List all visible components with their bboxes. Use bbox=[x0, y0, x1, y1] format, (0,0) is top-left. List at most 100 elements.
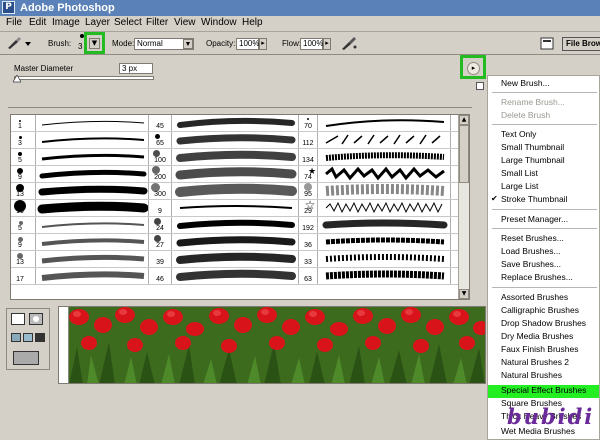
stroke-thumbnail[interactable] bbox=[317, 234, 451, 250]
stroke-thumbnail[interactable] bbox=[35, 132, 149, 148]
stroke-thumbnail[interactable] bbox=[317, 115, 451, 131]
menu-help[interactable]: Help bbox=[240, 17, 265, 28]
menu-item-preset-manager[interactable]: Preset Manager... bbox=[501, 214, 568, 224]
opacity-slider-button[interactable]: ▸ bbox=[259, 38, 267, 50]
menu-item-large-list[interactable]: Large List bbox=[501, 181, 538, 191]
brush-row: 13 300 95 bbox=[11, 183, 459, 200]
menu-item-natural-brushes[interactable]: Natural Brushes bbox=[501, 370, 562, 380]
stroke-thumbnail[interactable] bbox=[317, 132, 451, 148]
full-screen-menu-mode-icon[interactable] bbox=[23, 333, 33, 342]
menu-item-stroke-thumbnail[interactable]: Stroke Thumbnail bbox=[501, 194, 567, 204]
menu-item-save-brushes[interactable]: Save Brushes... bbox=[501, 259, 561, 269]
menu-filter[interactable]: Filter bbox=[144, 17, 170, 28]
mode-select[interactable]: Normal ▼ bbox=[134, 38, 194, 50]
brush-row: 3 65 112 bbox=[11, 132, 459, 149]
menu-item-new-brush[interactable]: New Brush... bbox=[501, 78, 550, 88]
divider bbox=[8, 107, 472, 108]
stroke-thumbnail[interactable] bbox=[317, 217, 451, 233]
menu-item-text-only[interactable]: Text Only bbox=[501, 129, 536, 139]
menu-item-reset-brushes[interactable]: Reset Brushes... bbox=[501, 233, 564, 243]
stroke-thumbnail[interactable] bbox=[171, 251, 299, 267]
menu-select[interactable]: Select bbox=[112, 17, 144, 28]
menu-edit[interactable]: Edit bbox=[27, 17, 48, 28]
brush-picker-dropdown-button[interactable]: ▼ bbox=[89, 38, 100, 49]
stroke-thumbnail[interactable] bbox=[171, 115, 299, 131]
menu-item-dry-media-brushes[interactable]: Dry Media Brushes bbox=[501, 331, 573, 341]
stroke-thumbnail[interactable] bbox=[35, 200, 149, 216]
jump-to-imageready-icon[interactable] bbox=[13, 351, 39, 365]
menu-view[interactable]: View bbox=[172, 17, 198, 28]
stroke-thumbnail[interactable] bbox=[171, 217, 299, 233]
menu-item-natural-brushes-2[interactable]: Natural Brushes 2 bbox=[501, 357, 569, 367]
stroke-thumbnail[interactable] bbox=[317, 251, 451, 267]
master-diameter-input[interactable]: 3 px bbox=[119, 63, 153, 74]
airbrush-icon[interactable] bbox=[340, 35, 358, 51]
standard-screen-mode-icon[interactable] bbox=[11, 333, 21, 342]
document-canvas[interactable] bbox=[58, 306, 486, 384]
stroke-thumbnail[interactable] bbox=[317, 149, 451, 165]
stroke-thumbnail[interactable] bbox=[171, 200, 299, 216]
file-browser-tab[interactable]: File Brow bbox=[562, 37, 600, 51]
stroke-thumbnail[interactable] bbox=[35, 115, 149, 131]
flow-input[interactable]: 100% bbox=[300, 38, 323, 50]
menu-item-assorted-brushes[interactable]: Assorted Brushes bbox=[501, 292, 568, 302]
menu-window[interactable]: Window bbox=[199, 17, 239, 28]
menu-item-small-thumbnail[interactable]: Small Thumbnail bbox=[501, 142, 564, 152]
resize-corner-icon[interactable] bbox=[476, 82, 484, 90]
stroke-thumbnail[interactable] bbox=[171, 132, 299, 148]
menu-item-large-thumbnail[interactable]: Large Thumbnail bbox=[501, 155, 565, 165]
stroke-thumbnail[interactable] bbox=[171, 183, 299, 199]
menu-item-load-brushes[interactable]: Load Brushes... bbox=[501, 246, 561, 256]
stroke-thumbnail[interactable] bbox=[35, 268, 149, 284]
brush-row: 1 45 70 bbox=[11, 115, 459, 132]
full-screen-mode-icon[interactable] bbox=[35, 333, 45, 342]
stroke-thumbnail[interactable] bbox=[35, 217, 149, 233]
stroke-thumbnail[interactable] bbox=[317, 200, 451, 216]
stroke-thumbnail[interactable] bbox=[171, 149, 299, 165]
master-diameter-slider-track[interactable] bbox=[14, 76, 154, 80]
stroke-thumbnail[interactable] bbox=[317, 183, 451, 199]
stroke-thumbnail[interactable] bbox=[171, 268, 299, 284]
stroke-thumbnail[interactable] bbox=[171, 234, 299, 250]
brush-list-scrollbar[interactable]: ▲ ▼ bbox=[458, 115, 469, 299]
menu-item-small-list[interactable]: Small List bbox=[501, 168, 538, 178]
menu-file[interactable]: File bbox=[4, 17, 24, 28]
scroll-up-arrow-icon[interactable]: ▲ bbox=[459, 115, 469, 125]
brush-tip-preview bbox=[154, 235, 161, 242]
menu-item-calligraphic-brushes[interactable]: Calligraphic Brushes bbox=[501, 305, 579, 315]
scroll-down-arrow-icon[interactable]: ▼ bbox=[459, 289, 469, 299]
master-diameter-slider-thumb[interactable] bbox=[13, 75, 21, 83]
opacity-input[interactable]: 100% bbox=[236, 38, 259, 50]
brush-size-label: 33 bbox=[304, 259, 312, 266]
brush-size-label: 9 bbox=[18, 174, 22, 181]
menu-image[interactable]: Image bbox=[50, 17, 82, 28]
stroke-thumbnail[interactable] bbox=[35, 183, 149, 199]
menu-item-drop-shadow-brushes[interactable]: Drop Shadow Brushes bbox=[501, 318, 586, 328]
stroke-thumbnail[interactable] bbox=[35, 234, 149, 250]
stroke-thumbnail[interactable] bbox=[35, 251, 149, 267]
brush-tool-icon[interactable] bbox=[6, 36, 32, 50]
menu-item-special-effect-brushes[interactable]: Special Effect Brushes bbox=[501, 385, 586, 395]
brush-size-label: 70 bbox=[304, 123, 312, 130]
stroke-thumbnail[interactable] bbox=[171, 166, 299, 182]
stroke-thumbnail[interactable] bbox=[35, 149, 149, 165]
mode-label: Mode: bbox=[112, 39, 135, 48]
menu-layer[interactable]: Layer bbox=[83, 17, 112, 28]
menu-item-faux-finish-brushes[interactable]: Faux Finish Brushes bbox=[501, 344, 578, 354]
palette-well-icon[interactable] bbox=[540, 37, 554, 50]
brush-size-label: 13 bbox=[16, 191, 24, 198]
scroll-thumb[interactable] bbox=[459, 125, 469, 183]
toolbox-panel bbox=[6, 308, 50, 370]
brush-preset-list[interactable]: 1 45 70 3 65 112 5 100 134 9 200 ★ 74 13… bbox=[10, 114, 470, 300]
quick-mask-mode-icon[interactable] bbox=[29, 313, 43, 325]
stroke-thumbnail[interactable] bbox=[35, 166, 149, 182]
flow-slider-button[interactable]: ▸ bbox=[323, 38, 331, 50]
tulip-photo bbox=[69, 307, 485, 383]
photoshop-app-icon[interactable]: P bbox=[2, 1, 15, 14]
menu-item-replace-brushes[interactable]: Replace Brushes... bbox=[501, 272, 573, 282]
standard-mode-icon[interactable] bbox=[11, 313, 25, 325]
brush-row: 9 200 ★ 74 bbox=[11, 166, 459, 183]
palette-menu-arrow-icon[interactable]: ▸ bbox=[467, 62, 480, 75]
stroke-thumbnail[interactable] bbox=[317, 268, 451, 284]
stroke-thumbnail[interactable] bbox=[317, 166, 451, 182]
